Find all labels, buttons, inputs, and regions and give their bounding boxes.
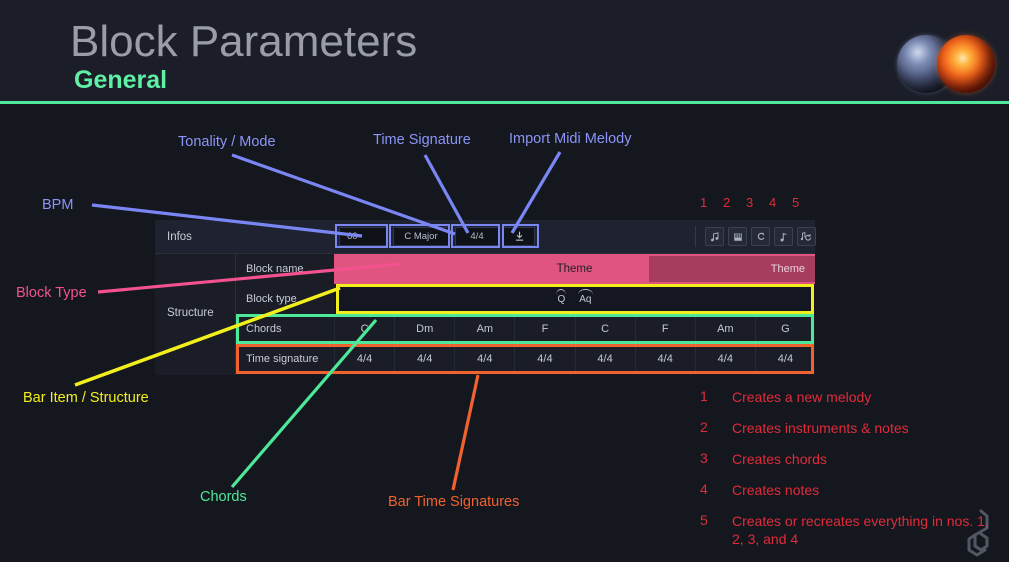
chord-icon xyxy=(757,232,764,240)
chord-cell[interactable]: Am xyxy=(694,314,755,344)
legend-number: 2 xyxy=(700,419,708,435)
header-divider xyxy=(0,101,1009,104)
legend-item: 4 Creates notes xyxy=(700,481,1000,499)
time-signature-cell[interactable]: 4/4 xyxy=(394,344,454,374)
chord-cell[interactable]: C xyxy=(334,314,394,344)
legend-item: 2 Creates instruments & notes xyxy=(700,419,1000,437)
legend-number: 1 xyxy=(700,388,708,404)
legend-text: Creates a new melody xyxy=(732,389,872,405)
slide-root: Block Parameters General Infos Structure… xyxy=(0,0,1009,562)
annotation-bar-time-signatures: Bar Time Signatures xyxy=(388,494,520,510)
orange-sphere-icon xyxy=(937,35,995,93)
table-row-block-type: Block type Q Aq xyxy=(236,284,815,314)
create-notes-button[interactable] xyxy=(774,227,793,246)
chord-cell[interactable]: Am xyxy=(454,314,514,344)
row-label-block-type: Block type xyxy=(246,293,297,305)
row-label-time-signature: Time signature xyxy=(246,353,319,365)
time-signature-select[interactable]: 4/4 xyxy=(455,227,499,246)
legend-text: Creates notes xyxy=(732,482,820,498)
brand-logo xyxy=(897,32,997,96)
legend-item: 3 Creates chords xyxy=(700,450,1000,468)
table-row-block-name: Block name Theme Theme xyxy=(236,254,815,284)
marker-number-1: 1 xyxy=(700,195,708,210)
create-instruments-button[interactable] xyxy=(728,227,747,246)
create-melody-button[interactable] xyxy=(705,227,724,246)
time-signature-cell[interactable]: 4/4 xyxy=(634,344,695,374)
import-midi-button[interactable] xyxy=(503,227,535,246)
marker-number-3: 3 xyxy=(746,195,754,210)
tonality-select[interactable]: C Major xyxy=(393,227,449,246)
chord-cell[interactable]: Dm xyxy=(394,314,454,344)
toolbar-separator xyxy=(695,226,696,247)
table-row-time-signature: Time signature 4/4 4/4 4/4 4/4 4/4 4/4 4… xyxy=(236,344,815,374)
table-row-chords: Chords C Dm Am F C F Am G xyxy=(236,314,815,344)
chord-cell[interactable]: F xyxy=(514,314,574,344)
create-chords-button[interactable] xyxy=(751,227,770,246)
section-label-structure: Structure xyxy=(167,307,214,319)
melody-note-icon xyxy=(710,231,718,241)
section-label-infos: Infos xyxy=(167,231,192,243)
chord-cell[interactable]: G xyxy=(754,314,815,344)
regenerate-all-icon xyxy=(800,232,812,241)
single-note-icon xyxy=(780,232,786,241)
time-signature-value: 4/4 xyxy=(470,231,484,242)
annotation-bpm: BPM xyxy=(42,197,74,213)
annotation-block-type: Block Type xyxy=(16,285,87,301)
import-midi-icon xyxy=(515,231,523,241)
treble-clef-logo-icon xyxy=(967,509,989,557)
regenerate-all-button[interactable] xyxy=(797,227,816,246)
legend-text: Creates instruments & notes xyxy=(732,420,909,436)
time-signature-cell[interactable]: 4/4 xyxy=(694,344,755,374)
page-subtitle: General xyxy=(74,66,168,94)
annotation-time-signature: Time Signature xyxy=(373,132,471,148)
page-title: Block Parameters xyxy=(70,17,418,66)
marker-number-2: 2 xyxy=(723,195,731,210)
block-type-chip-2[interactable]: Aq xyxy=(578,288,593,305)
time-signature-cell[interactable]: 4/4 xyxy=(754,344,815,374)
time-signature-cells: 4/4 4/4 4/4 4/4 4/4 4/4 4/4 4/4 xyxy=(334,344,815,374)
block-name-segment[interactable]: Theme xyxy=(649,256,815,282)
slide-header: Block Parameters General xyxy=(0,0,1009,103)
time-signature-cell[interactable]: 4/4 xyxy=(454,344,514,374)
annotation-chords: Chords xyxy=(200,489,247,505)
time-signature-cell[interactable]: 4/4 xyxy=(574,344,635,374)
row-label-chords: Chords xyxy=(246,323,282,335)
block-parameters-panel: Infos Structure 60 C Major 4/4 Block nam… xyxy=(155,220,816,375)
block-type-field[interactable]: Q Aq xyxy=(334,284,815,314)
legend-number: 4 xyxy=(700,481,708,497)
chord-cell[interactable]: C xyxy=(574,314,635,344)
annotation-import-midi: Import Midi Melody xyxy=(509,131,632,147)
block-name-bar[interactable]: Theme Theme xyxy=(334,254,815,284)
annotation-tonality-mode: Tonality / Mode xyxy=(178,134,276,150)
chords-cells: C Dm Am F C F Am G xyxy=(334,314,815,344)
legend-text: Creates chords xyxy=(732,451,827,467)
bpm-value: 60 xyxy=(347,231,358,242)
block-type-chip-1[interactable]: Q xyxy=(556,288,567,305)
time-signature-cell[interactable]: 4/4 xyxy=(514,344,574,374)
legend-item: 1 Creates a new melody xyxy=(700,388,1000,406)
marker-number-4: 4 xyxy=(769,195,777,210)
bpm-input[interactable]: 60 xyxy=(339,227,387,246)
piano-keys-icon xyxy=(733,232,742,241)
legend-number: 3 xyxy=(700,450,708,466)
annotation-bar-item-structure: Bar Item / Structure xyxy=(23,390,149,406)
time-signature-cell[interactable]: 4/4 xyxy=(334,344,394,374)
tonality-value: C Major xyxy=(404,231,438,242)
row-label-block-name: Block name xyxy=(246,263,304,275)
marker-number-5: 5 xyxy=(792,195,800,210)
legend-number: 5 xyxy=(700,512,708,528)
chord-cell[interactable]: F xyxy=(634,314,695,344)
